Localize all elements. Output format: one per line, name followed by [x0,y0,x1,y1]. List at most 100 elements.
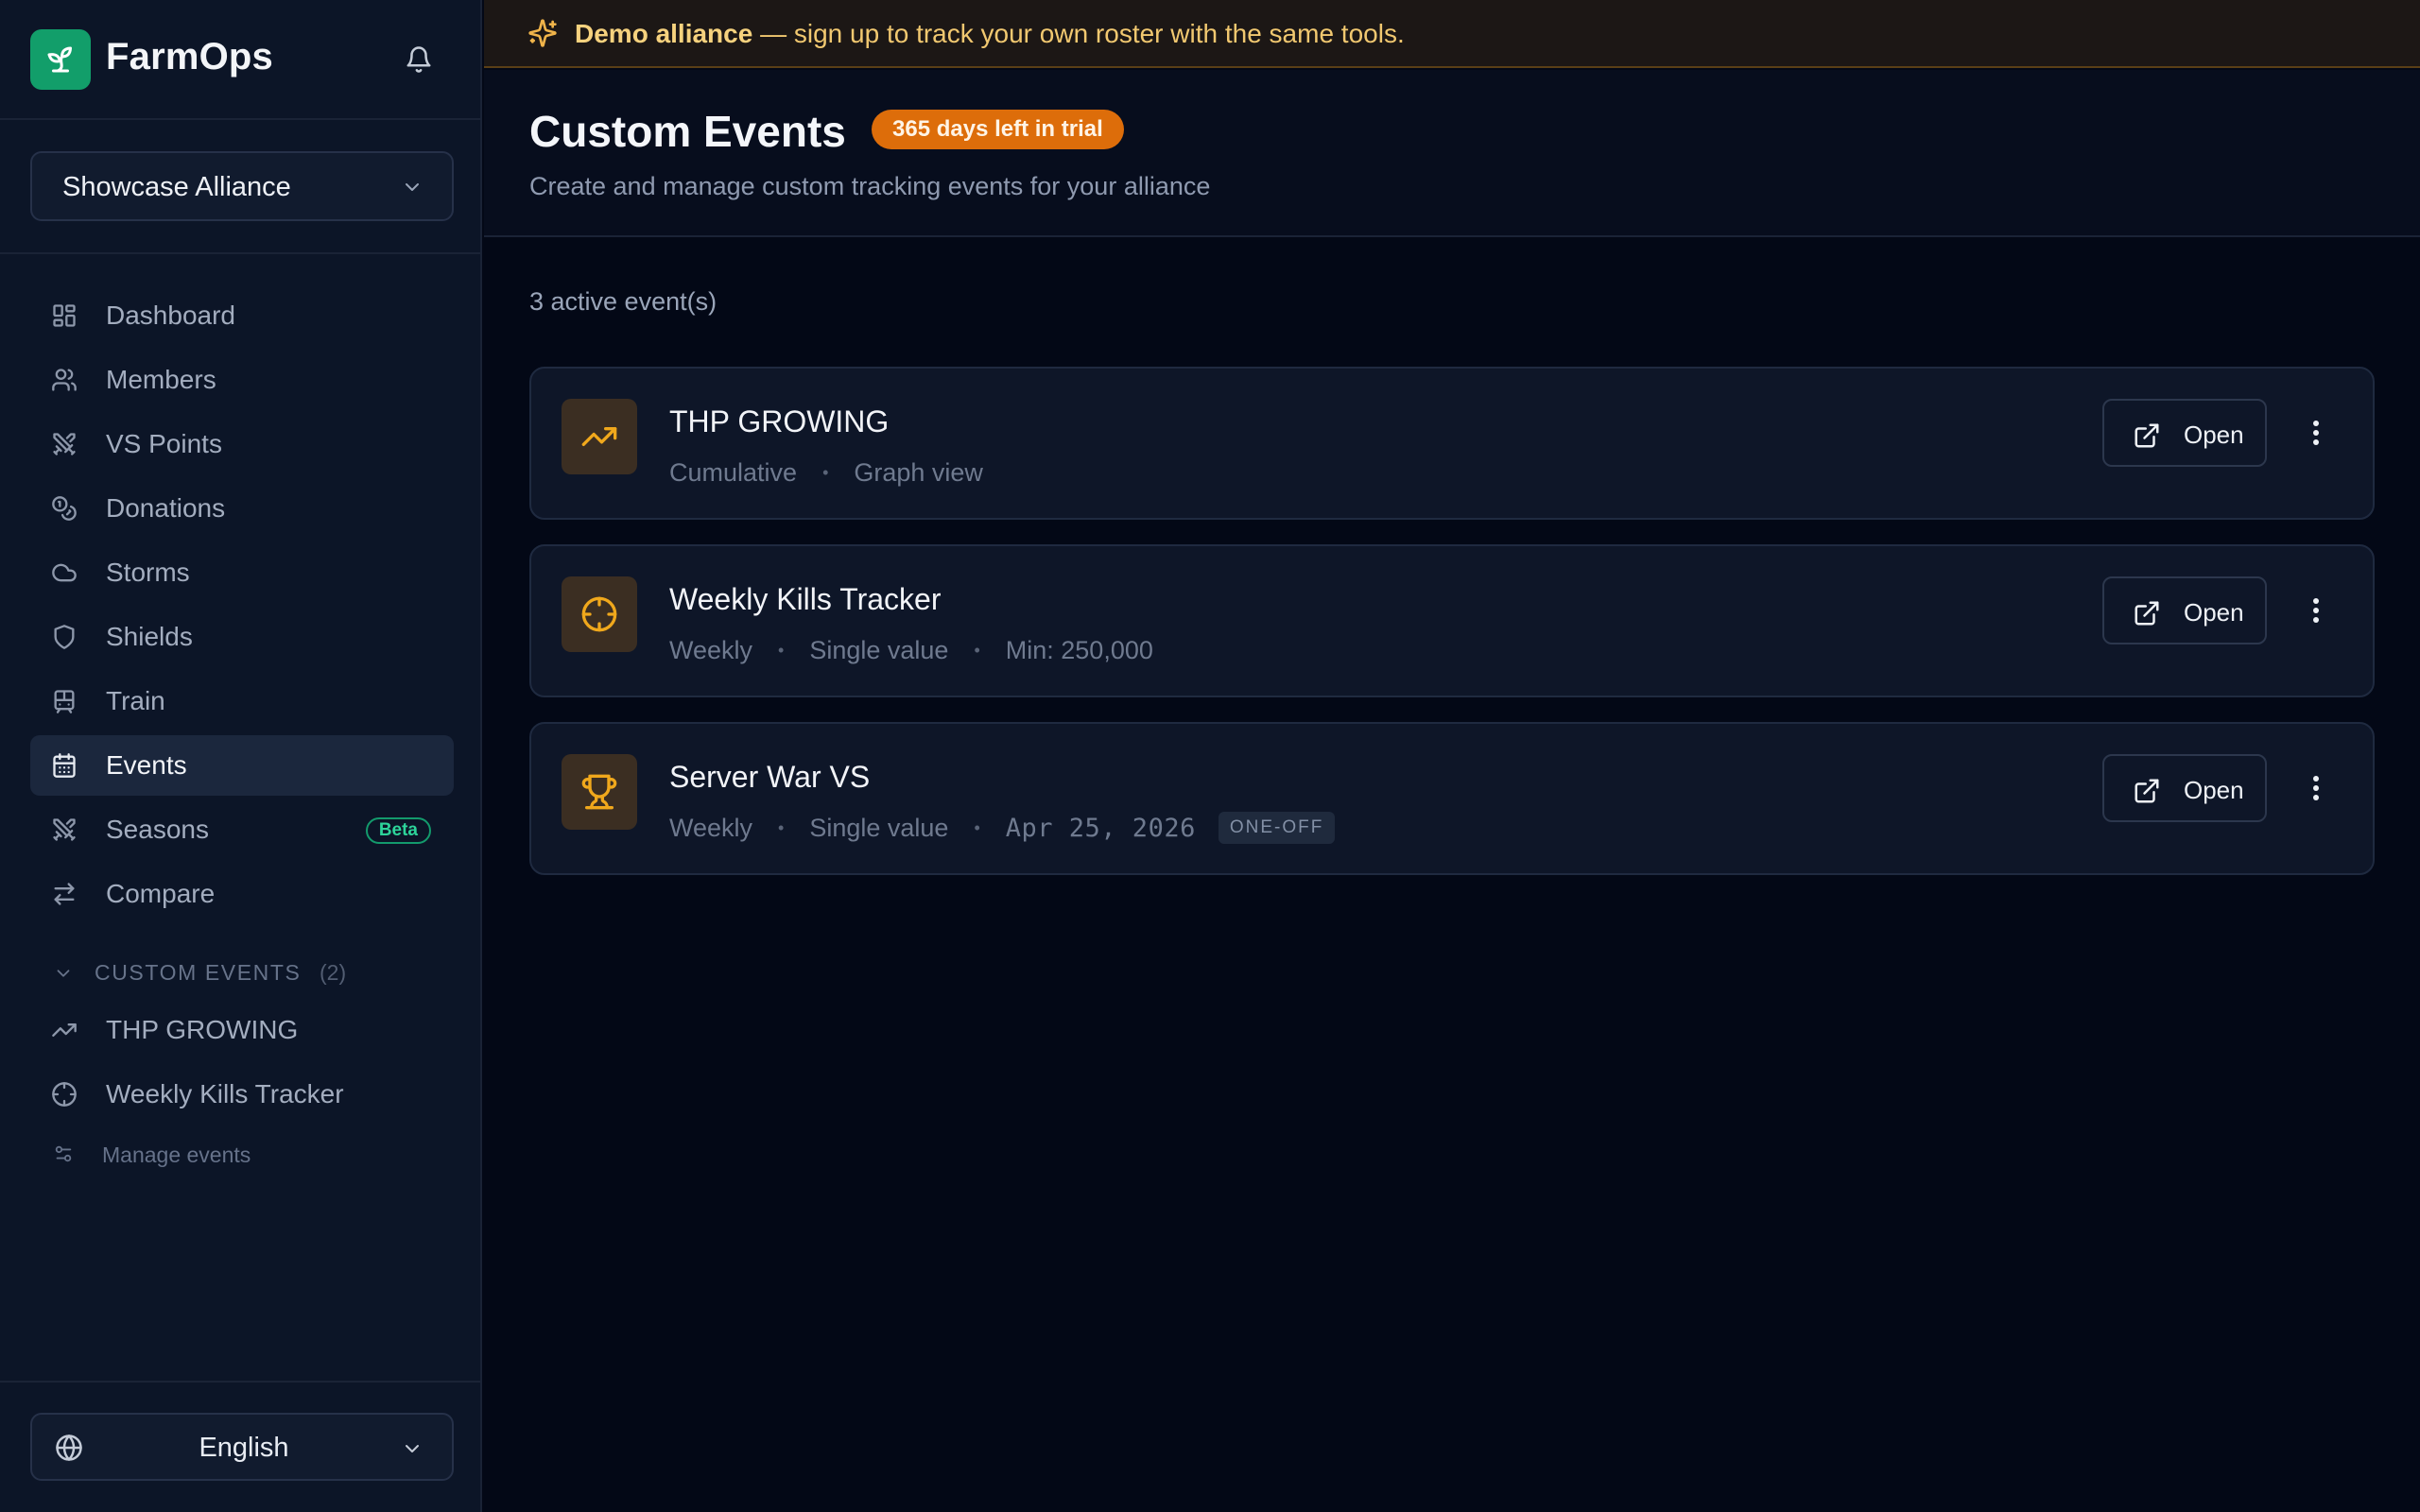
meta-separator: • [974,817,980,837]
event-icon-tile [562,576,637,652]
crosshair-icon [52,1082,77,1107]
cloud-icon [52,563,77,582]
demo-banner-text: Demo alliance — sign up to track your ow… [575,19,1405,49]
sidebar-item-members[interactable]: Members [30,350,454,410]
sidebar-item-label: Members [106,365,216,394]
sidebar-item-label: Seasons [106,815,209,844]
trending-up-icon [52,1023,77,1037]
sidebar-item-label: Donations [106,493,226,523]
crossed-swords-icon [53,433,76,455]
open-event-button[interactable]: Open [2102,399,2267,467]
trophy-icon [581,774,617,810]
notifications-bell-icon[interactable] [401,42,437,77]
train-icon [54,690,75,713]
event-icon-tile [562,399,637,474]
sidebar-item-label: THP GROWING [106,1015,299,1044]
sidebar: FarmOps Showcase Alliance Dashboard Memb… [0,0,482,1512]
sidebar-item-label: Dashboard [106,301,235,330]
sidebar-item-label: Compare [106,879,216,908]
coins-icon [52,496,77,521]
open-button-label: Open [2184,776,2244,804]
trial-badge: 365 days left in trial [872,110,1124,149]
open-event-button[interactable]: Open [2102,576,2267,644]
language-select-value: English [199,1433,289,1463]
meta-separator: • [778,640,785,660]
sidebar-item-label: Shields [106,622,193,651]
page-header: Custom Events 365 days left in trial Cre… [484,70,2420,237]
event-meta: Weekly • Single value • Min: 250,000 [669,633,1153,667]
sidebar-item-dashboard[interactable]: Dashboard [30,285,454,346]
sidebar-item-vs-points[interactable]: VS Points [30,414,454,474]
manage-events-link[interactable]: Manage events [30,1134,454,1176]
arrows-swap-icon [54,883,75,905]
page-subtitle: Create and manage custom tracking events… [529,172,1211,200]
event-name: Weekly Kills Tracker [669,582,942,616]
sidebar-divider [0,252,480,254]
meta-separator: • [974,640,980,660]
external-link-icon [2135,423,2159,448]
language-select[interactable]: English [30,1413,454,1481]
meta-separator: • [778,817,785,837]
more-options-icon[interactable] [2297,582,2335,639]
manage-events-label: Manage events [102,1143,251,1167]
brand-bar: FarmOps [0,0,480,120]
crosshair-icon [581,596,617,632]
sidebar-item-storms[interactable]: Storms [30,542,454,603]
event-view-type: Graph view [854,457,983,487]
sidebar-item-weekly-kills-tracker[interactable]: Weekly Kills Tracker [30,1064,454,1125]
event-view-type: Single value [809,813,949,842]
crossed-swords-icon [53,818,76,841]
event-name: THP GROWING [669,404,890,438]
users-icon [52,369,77,391]
one-off-tag: ONE-OFF [1218,812,1336,844]
sidebar-item-label: VS Points [106,429,222,458]
sliders-icon [55,1145,72,1162]
sidebar-item-thp-growing[interactable]: THP GROWING [30,1000,454,1060]
sidebar-item-train[interactable]: Train [30,671,454,731]
sidebar-item-label: Storms [106,558,190,587]
custom-events-title: CUSTOM EVENTS [95,960,302,985]
sidebar-item-compare[interactable]: Compare [30,864,454,924]
event-card: Weekly Kills Tracker Weekly • Single val… [529,544,2375,697]
sidebar-item-label: Train [106,686,165,715]
demo-banner: Demo alliance — sign up to track your ow… [484,0,2420,68]
sidebar-divider [0,1381,480,1383]
demo-banner-message: — sign up to track your own roster with … [752,19,1405,48]
shield-icon [54,625,75,649]
event-meta: Cumulative • Graph view [669,455,983,490]
event-minimum: Min: 250,000 [1005,635,1153,664]
custom-events-count: (2) [320,960,347,985]
event-view-type: Single value [809,635,949,664]
sidebar-item-donations[interactable]: Donations [30,478,454,539]
alliance-select[interactable]: Showcase Alliance [30,151,454,221]
active-events-count: 3 active event(s) [529,287,717,316]
external-link-icon [2135,779,2159,803]
event-frequency: Weekly [669,813,753,842]
beta-badge: Beta [365,817,431,844]
calendar-icon [53,753,76,778]
event-frequency: Weekly [669,635,753,664]
open-button-label: Open [2184,598,2244,627]
app-name: FarmOps [106,36,274,77]
event-meta: Weekly • Single value • Apr 25, 2026 ONE… [669,811,1336,845]
chevron-down-icon [406,183,419,191]
more-options-icon[interactable] [2297,760,2335,816]
event-date: Apr 25, 2026 [1005,813,1196,843]
chevron-down-icon [406,1445,419,1452]
open-event-button[interactable]: Open [2102,754,2267,822]
event-card: THP GROWING Cumulative • Graph view Open [529,367,2375,520]
page-title: Custom Events [529,107,846,156]
sprout-logo-icon [30,29,91,90]
event-frequency: Cumulative [669,457,798,487]
more-options-icon[interactable] [2297,404,2335,461]
alliance-select-value: Showcase Alliance [62,172,291,202]
event-icon-tile [562,754,637,830]
sidebar-item-label: Events [106,750,187,780]
sidebar-item-events[interactable]: Events [30,735,454,796]
trending-up-icon [581,427,617,446]
sidebar-item-shields[interactable]: Shields [30,607,454,667]
event-name: Server War VS [669,760,871,794]
sidebar-item-label: Weekly Kills Tracker [106,1079,344,1108]
demo-banner-strong: Demo alliance [575,19,753,48]
sidebar-item-seasons[interactable]: Seasons Beta [30,799,454,860]
